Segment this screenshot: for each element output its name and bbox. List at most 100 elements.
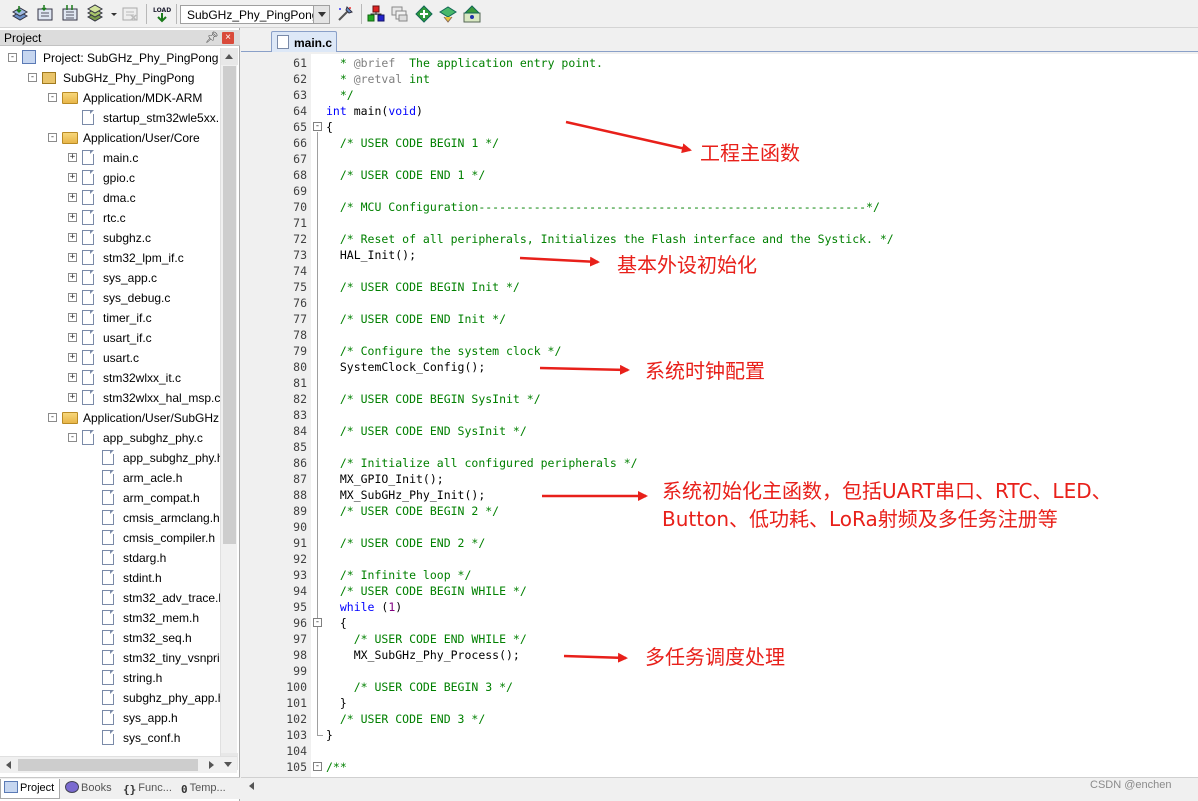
file-icon bbox=[102, 470, 114, 485]
expand-icon[interactable]: + bbox=[68, 293, 77, 302]
rebuild-icon[interactable] bbox=[60, 4, 80, 24]
scroll-right-icon[interactable] bbox=[203, 757, 220, 773]
tree-item[interactable]: sys_app.h bbox=[0, 708, 220, 728]
stop-build-icon[interactable] bbox=[120, 4, 140, 24]
tree-item[interactable]: subghz_phy_app.h bbox=[0, 688, 220, 708]
collapse-icon[interactable]: - bbox=[68, 433, 77, 442]
translate-icon[interactable] bbox=[10, 4, 30, 24]
collapse-icon[interactable]: - bbox=[48, 133, 57, 142]
tree-item[interactable]: + usart.c bbox=[0, 348, 220, 368]
collapse-icon[interactable]: - bbox=[48, 413, 57, 422]
tree-item[interactable]: - Application/MDK-ARM bbox=[0, 88, 220, 108]
load-icon[interactable]: LOAD bbox=[152, 4, 172, 24]
tree-item[interactable]: + usart_if.c bbox=[0, 328, 220, 348]
code-editor[interactable]: 61 62 63 64 65 66 67 68 69 70 71 72 73 74 75 76 77 78 79 80… bbox=[241, 54, 1198, 791]
tree-item[interactable]: + stm32wlxx_it.c bbox=[0, 368, 220, 388]
expand-icon[interactable]: + bbox=[68, 373, 77, 382]
tree-item[interactable]: + gpio.c bbox=[0, 168, 220, 188]
scroll-thumb[interactable] bbox=[18, 759, 198, 771]
line-number: 78 bbox=[293, 328, 307, 342]
target-select[interactable]: SubGHz_Phy_PingPong bbox=[180, 5, 330, 24]
tree-item[interactable]: app_subghz_phy.h bbox=[0, 448, 220, 468]
tree-item[interactable]: + subghz.c bbox=[0, 228, 220, 248]
expand-icon[interactable]: + bbox=[68, 273, 77, 282]
tree-item[interactable]: + sys_debug.c bbox=[0, 288, 220, 308]
tree-item[interactable]: - Project: SubGHz_Phy_PingPong bbox=[0, 48, 220, 68]
tree-item[interactable]: + sys_app.c bbox=[0, 268, 220, 288]
tree-item[interactable]: + stm32_lpm_if.c bbox=[0, 248, 220, 268]
tree-item[interactable]: stdint.h bbox=[0, 568, 220, 588]
fold-collapse-icon[interactable]: - bbox=[313, 618, 322, 627]
expand-icon[interactable]: + bbox=[68, 393, 77, 402]
template-icon: 0 bbox=[181, 783, 188, 796]
file-icon bbox=[102, 650, 114, 665]
tree-item[interactable]: cmsis_armclang.h bbox=[0, 508, 220, 528]
collapse-icon[interactable]: - bbox=[28, 73, 37, 82]
target-options-icon[interactable] bbox=[335, 4, 355, 24]
collapse-icon[interactable]: - bbox=[48, 93, 57, 102]
chevron-down-icon[interactable] bbox=[313, 6, 329, 23]
tree-item[interactable]: stdarg.h bbox=[0, 548, 220, 568]
fold-collapse-icon[interactable]: - bbox=[313, 762, 322, 771]
scroll-thumb[interactable] bbox=[223, 66, 236, 544]
code-line: /* USER CODE END 3 */ bbox=[326, 712, 486, 726]
tree-item[interactable]: - app_subghz_phy.c bbox=[0, 428, 220, 448]
file-extensions-icon[interactable] bbox=[390, 4, 410, 24]
fold-collapse-icon[interactable]: - bbox=[313, 122, 322, 131]
batch-build-dropdown-icon[interactable] bbox=[104, 4, 117, 24]
tree-item[interactable]: stm32_adv_trace.h bbox=[0, 588, 220, 608]
expand-icon[interactable]: + bbox=[68, 233, 77, 242]
tree-item[interactable]: arm_compat.h bbox=[0, 488, 220, 508]
manage-components-icon[interactable] bbox=[366, 4, 386, 24]
tree-item[interactable]: + main.c bbox=[0, 148, 220, 168]
close-icon[interactable]: × bbox=[222, 32, 234, 44]
tree-item[interactable]: stm32_seq.h bbox=[0, 628, 220, 648]
pack-installer-icon[interactable] bbox=[438, 4, 458, 24]
code-line: HAL_Init(); bbox=[326, 248, 417, 262]
tree-item[interactable]: arm_acle.h bbox=[0, 468, 220, 488]
tab-functions[interactable]: {} Func... bbox=[120, 779, 176, 799]
tab-templates[interactable]: 0 Temp... bbox=[178, 779, 238, 799]
expand-icon[interactable]: + bbox=[68, 353, 77, 362]
tree-item[interactable]: + rtc.c bbox=[0, 208, 220, 228]
scroll-up-icon[interactable] bbox=[221, 48, 238, 65]
tree-horizontal-scrollbar[interactable] bbox=[0, 756, 237, 773]
tab-main-c[interactable]: main.c bbox=[271, 31, 337, 52]
tree-vertical-scrollbar[interactable] bbox=[220, 48, 238, 770]
expand-icon[interactable]: + bbox=[68, 333, 77, 342]
expand-icon[interactable]: + bbox=[68, 313, 77, 322]
pack-update-icon[interactable] bbox=[462, 4, 482, 24]
expand-icon[interactable]: + bbox=[68, 173, 77, 182]
tab-project[interactable]: Project bbox=[0, 779, 60, 799]
tree-item[interactable]: + dma.c bbox=[0, 188, 220, 208]
expand-icon[interactable]: + bbox=[68, 213, 77, 222]
batch-build-icon[interactable] bbox=[85, 4, 105, 24]
tree-item[interactable]: + timer_if.c bbox=[0, 308, 220, 328]
tree-item[interactable]: startup_stm32wle5xx. bbox=[0, 108, 220, 128]
project-panel-title: Project bbox=[4, 31, 42, 45]
tree-item[interactable]: + stm32wlxx_hal_msp.c bbox=[0, 388, 220, 408]
scroll-left-icon[interactable] bbox=[243, 778, 260, 794]
tree-item[interactable]: stm32_tiny_vsnprin bbox=[0, 648, 220, 668]
expand-icon[interactable]: + bbox=[68, 153, 77, 162]
tree-item[interactable]: string.h bbox=[0, 668, 220, 688]
tree-item-label: cmsis_compiler.h bbox=[123, 531, 216, 545]
tree-item-label: rtc.c bbox=[103, 211, 126, 225]
build-icon[interactable] bbox=[35, 4, 55, 24]
tree-item[interactable]: - Application/User/SubGHz bbox=[0, 408, 220, 428]
expand-icon[interactable]: + bbox=[68, 253, 77, 262]
tree-item[interactable]: sys_conf.h bbox=[0, 728, 220, 748]
tree-item[interactable]: cmsis_compiler.h bbox=[0, 528, 220, 548]
tree-item[interactable]: - SubGHz_Phy_PingPong bbox=[0, 68, 220, 88]
collapse-icon[interactable]: - bbox=[8, 53, 17, 62]
file-icon bbox=[82, 290, 94, 305]
tree-item[interactable]: - Application/User/Core bbox=[0, 128, 220, 148]
scroll-down-icon[interactable] bbox=[220, 757, 237, 773]
expand-icon[interactable]: + bbox=[68, 193, 77, 202]
editor-horizontal-scrollbar[interactable] bbox=[241, 777, 1198, 794]
pin-icon[interactable]: 📌︎ bbox=[205, 31, 219, 44]
select-packs-icon[interactable] bbox=[414, 4, 434, 24]
scroll-left-icon[interactable] bbox=[0, 757, 17, 773]
tab-books[interactable]: Books bbox=[62, 779, 118, 799]
tree-item[interactable]: stm32_mem.h bbox=[0, 608, 220, 628]
